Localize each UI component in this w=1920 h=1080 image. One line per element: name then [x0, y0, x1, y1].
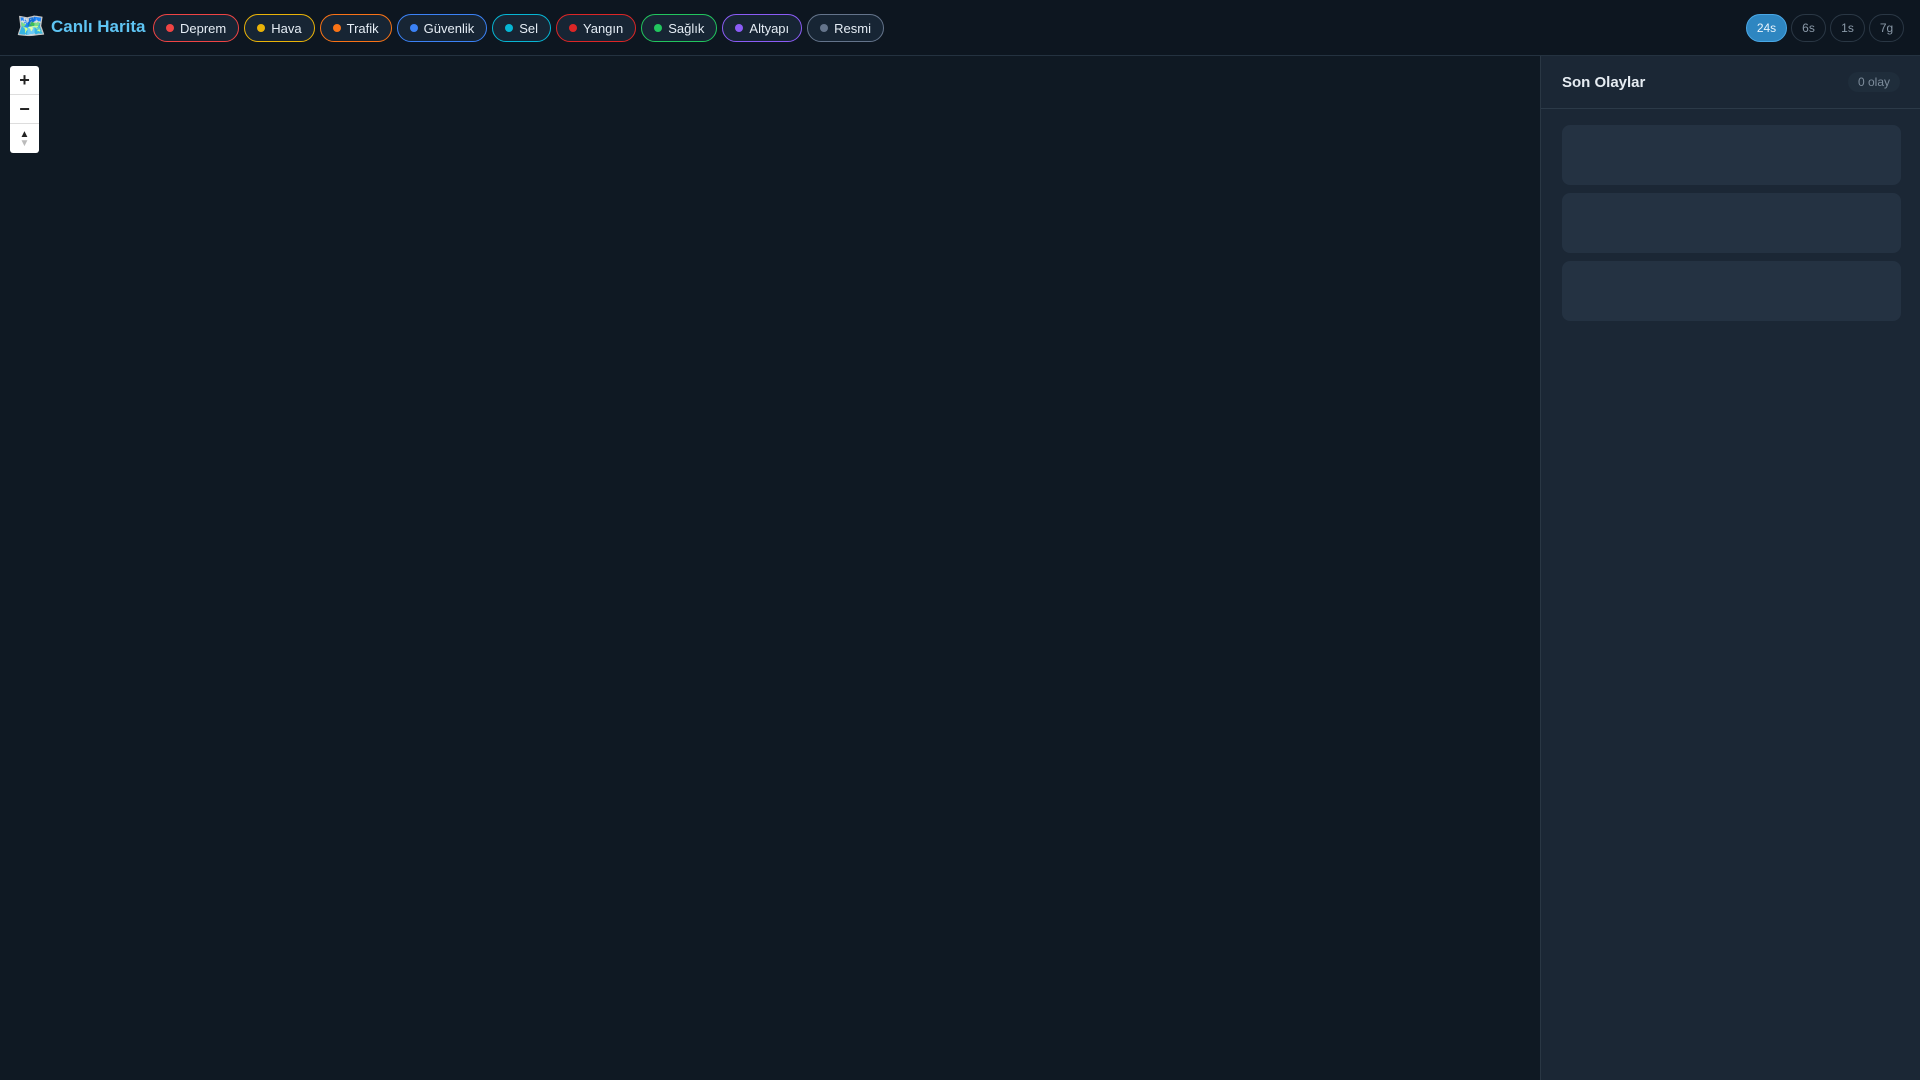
compass-reset-button[interactable]: ▲ ▼ [10, 124, 39, 153]
loading-skeleton-card [1562, 261, 1901, 321]
category-dot-icon [654, 24, 663, 32]
loading-skeleton-card [1562, 125, 1901, 185]
filter-label: Resmi [834, 20, 871, 36]
minus-icon: − [19, 98, 30, 119]
map-area[interactable] [0, 56, 1540, 1080]
category-dot-icon [166, 24, 174, 32]
zoom-out-button[interactable]: − [10, 95, 39, 124]
map-zoom-control: + − ▲ ▼ [10, 66, 39, 153]
filter-sağlık[interactable]: Sağlık [641, 14, 718, 42]
plus-icon: + [19, 69, 30, 90]
filter-label: Sel [519, 20, 539, 36]
recent-events-panel: Son Olaylar 0 olay [1540, 56, 1920, 1080]
time-filter-7g[interactable]: 7g [1869, 14, 1904, 42]
zoom-in-button[interactable]: + [10, 66, 39, 95]
filter-label: Altyapı [749, 20, 790, 36]
category-dot-icon [332, 24, 341, 32]
compass-icon: ▲ ▼ [19, 128, 30, 149]
filter-label: Yangın [583, 20, 624, 36]
time-filter-6s[interactable]: 6s [1791, 14, 1826, 42]
filter-hava[interactable]: Hava [244, 14, 315, 42]
time-filter-24s[interactable]: 24s [1746, 14, 1787, 42]
filter-label: Hava [271, 20, 302, 36]
filter-trafik[interactable]: Trafik [319, 14, 392, 42]
category-dot-icon [257, 24, 266, 32]
map-logo-icon: 🗺️ [16, 13, 46, 40]
filter-altyapı[interactable]: Altyapı [722, 14, 803, 42]
category-dot-icon [735, 24, 744, 32]
category-dot-icon [505, 24, 514, 32]
filter-resmi[interactable]: Resmi [807, 14, 884, 42]
category-dot-icon [569, 24, 578, 32]
top-bar: 🗺️ Canlı Harita Deprem Hava Trafik Güvenlik… [0, 0, 1920, 56]
panel-title: Son Olaylar [1562, 74, 1646, 91]
filter-yangın[interactable]: Yangın [556, 14, 637, 42]
filter-label: Trafik [346, 20, 379, 36]
filter-güvenlik[interactable]: Güvenlik [396, 14, 488, 42]
loading-skeleton-card [1562, 193, 1901, 253]
filter-label: Sağlık [668, 20, 705, 36]
filter-deprem[interactable]: Deprem [153, 14, 240, 42]
category-filters: Deprem Hava Trafik Güvenlik Sel Yangın Sağlık A… [153, 14, 884, 42]
filter-sel[interactable]: Sel [492, 14, 552, 42]
category-dot-icon [820, 24, 829, 32]
time-filter-1s[interactable]: 1s [1830, 14, 1865, 42]
filter-label: Deprem [180, 20, 227, 36]
app-title: Canlı Harita [51, 17, 146, 36]
filter-label: Güvenlik [423, 20, 475, 36]
panel-header: Son Olaylar 0 olay [1541, 56, 1920, 109]
category-dot-icon [409, 24, 418, 32]
event-count-badge: 0 olay [1847, 72, 1900, 92]
time-range-filters: 24s 6s 1s 7g [1746, 14, 1904, 42]
